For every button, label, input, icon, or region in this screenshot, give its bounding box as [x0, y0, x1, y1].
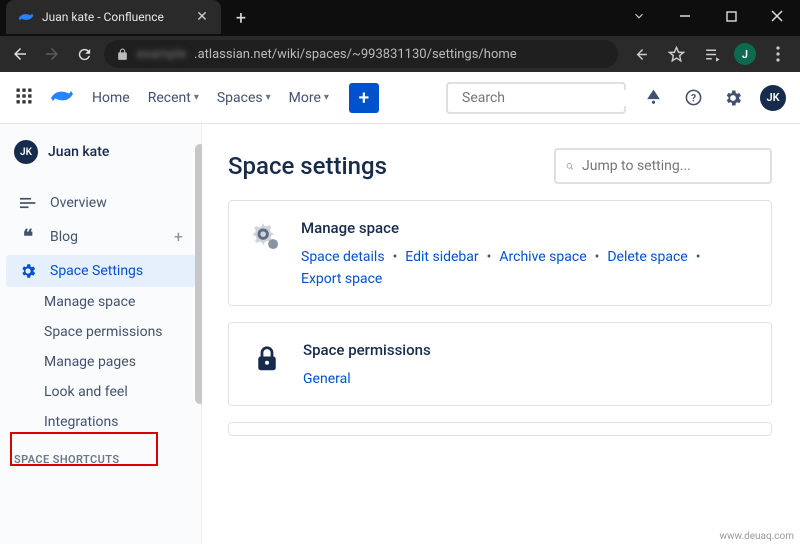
notification-icon[interactable] — [640, 88, 666, 107]
close-icon[interactable]: ✕ — [195, 10, 209, 24]
user-avatar[interactable]: JK — [760, 85, 786, 111]
user-name: Juan kate — [48, 144, 109, 160]
forward-button[interactable] — [40, 42, 64, 66]
nav-more[interactable]: More▾ — [283, 86, 335, 110]
sidebar-sub-permissions[interactable]: Space permissions — [0, 317, 201, 347]
link-export-space[interactable]: Export space — [301, 271, 382, 287]
sidebar-sub-look-and-feel[interactable]: Look and feel — [0, 377, 201, 407]
profile-avatar[interactable]: J — [734, 43, 756, 65]
url-blurred: example — [137, 47, 186, 62]
back-button[interactable] — [8, 42, 32, 66]
overview-icon — [18, 196, 38, 210]
blog-icon: ❝ — [18, 225, 38, 248]
create-button[interactable]: + — [349, 83, 379, 113]
maximize-button[interactable] — [708, 0, 754, 32]
new-tab-button[interactable]: + — [227, 4, 255, 32]
card-space-permissions: Space permissions General — [228, 322, 772, 406]
link-archive-space[interactable]: Archive space — [499, 249, 586, 265]
sidebar-sub-integrations[interactable]: Integrations — [0, 407, 201, 437]
svg-text:?: ? — [690, 91, 695, 104]
jump-input[interactable] — [582, 158, 760, 174]
close-button[interactable] — [754, 0, 800, 32]
kebab-icon[interactable] — [764, 46, 792, 62]
share-icon[interactable] — [626, 46, 654, 63]
space-user[interactable]: JK Juan kate — [0, 136, 201, 178]
confluence-icon — [18, 9, 34, 25]
reload-button[interactable] — [72, 42, 96, 66]
jump-to-setting[interactable] — [554, 148, 772, 184]
add-icon[interactable]: + — [174, 227, 183, 246]
chevron-down-icon[interactable] — [616, 0, 662, 32]
address-bar[interactable]: example .atlassian.net/wiki/spaces/~9938… — [104, 40, 618, 68]
nav-recent[interactable]: Recent▾ — [142, 86, 205, 110]
tab-title: Juan kate - Confluence — [42, 10, 187, 24]
link-general[interactable]: General — [303, 371, 351, 387]
gears-icon — [249, 219, 283, 255]
nav-home[interactable]: Home — [86, 86, 136, 110]
lock-icon — [116, 48, 129, 61]
link-delete-space[interactable]: Delete space — [607, 249, 687, 265]
sidebar-sub-manage-space[interactable]: Manage space — [0, 287, 201, 317]
confluence-logo[interactable] — [50, 84, 72, 112]
sidebar-sub-manage-pages[interactable]: Manage pages — [0, 347, 201, 377]
page-title: Space settings — [228, 152, 387, 180]
minimize-button[interactable] — [662, 0, 708, 32]
sidebar-item-blog[interactable]: ❝ Blog + — [6, 218, 195, 255]
settings-icon[interactable] — [720, 88, 746, 108]
search-box[interactable] — [446, 82, 626, 114]
app-switcher-icon[interactable] — [14, 86, 36, 110]
sidebar-shortcuts-heading: SPACE SHORTCUTS — [0, 437, 201, 466]
browser-tab[interactable]: Juan kate - Confluence ✕ — [6, 0, 221, 34]
user-avatar-small: JK — [14, 140, 38, 164]
card-title: Space permissions — [303, 341, 431, 359]
playlist-icon[interactable] — [698, 46, 726, 63]
sidebar-item-space-settings[interactable]: Space Settings — [6, 255, 195, 287]
card-manage-space: Manage space Space details• Edit sidebar… — [228, 200, 772, 306]
watermark: www.deuaq.com — [720, 531, 795, 542]
search-icon — [566, 159, 574, 174]
star-icon[interactable] — [662, 46, 690, 63]
card-partial — [228, 422, 772, 436]
gear-icon — [18, 262, 38, 280]
sidebar-item-overview[interactable]: Overview — [6, 188, 195, 218]
url-text: .atlassian.net/wiki/spaces/~993831130/se… — [194, 47, 516, 62]
link-space-details[interactable]: Space details — [301, 249, 385, 265]
search-input[interactable] — [462, 90, 640, 106]
card-title: Manage space — [301, 219, 751, 237]
lock-icon — [249, 341, 285, 377]
nav-spaces[interactable]: Spaces▾ — [211, 86, 277, 110]
link-edit-sidebar[interactable]: Edit sidebar — [405, 249, 478, 265]
help-icon[interactable]: ? — [680, 88, 706, 107]
